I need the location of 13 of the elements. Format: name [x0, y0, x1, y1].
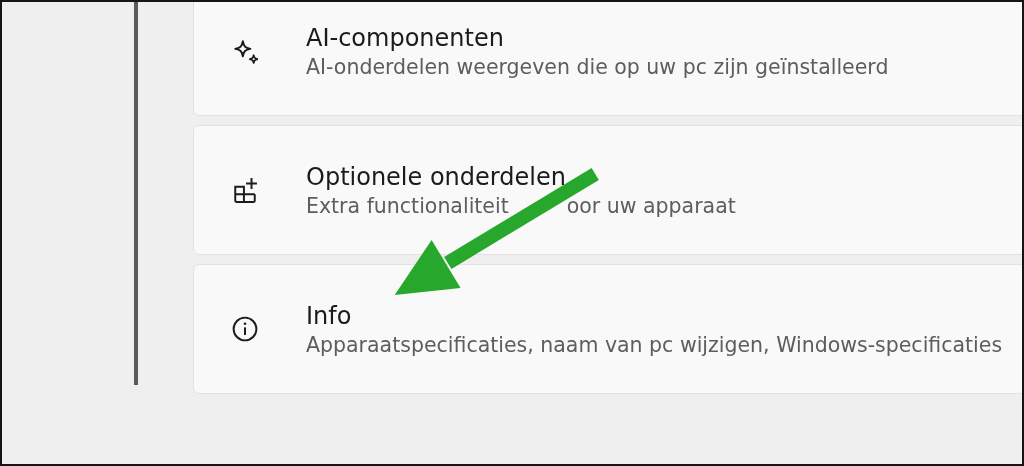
card-title: Info [306, 301, 353, 330]
card-description: Apparaatspecificaties, naam van pc wijzigen, Windows-specificaties [306, 332, 1003, 357]
grid-plus-icon [232, 177, 258, 203]
sparkles-icon [232, 38, 258, 64]
card-description: AI-onderdelen weergeven die op uw pc zijn geïnstalleerd [306, 54, 889, 79]
settings-card[interactable]: Optionele onderdelen Extra functionaliteit oor uw apparaat [193, 125, 1022, 255]
info-icon [232, 316, 258, 342]
card-title: Optionele onderdelen [306, 162, 567, 191]
card-title: AI-componenten [306, 23, 505, 52]
settings-card[interactable]: AI-componenten AI-onderdelen weergeven die op uw pc zijn geïnstalleerd [193, 2, 1022, 116]
settings-card[interactable]: Info Apparaatspecificaties, naam van pc wijzigen, Windows-specificaties [193, 264, 1022, 394]
card-description: oor uw apparaat [566, 193, 736, 218]
card-description: Extra functionaliteit [306, 193, 509, 218]
